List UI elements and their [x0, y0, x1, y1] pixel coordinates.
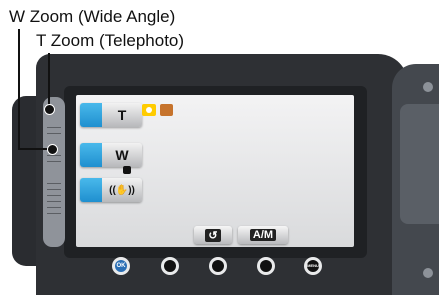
return-icon: ↺: [205, 228, 221, 242]
operation-button-3[interactable]: [257, 257, 275, 275]
image-stabilizer-button[interactable]: ((✋)): [80, 178, 142, 202]
ok-button[interactable]: OK: [112, 257, 130, 275]
operation-button-1[interactable]: [161, 257, 179, 275]
hinge-screw-icon: [423, 82, 433, 92]
operation-button-2[interactable]: [209, 257, 227, 275]
auto-manual-button[interactable]: A/M: [238, 226, 288, 244]
t-zoom-pointer: [44, 104, 55, 115]
menu-label: MENU: [307, 260, 319, 272]
w-zoom-leader-line: [18, 29, 20, 149]
zoom-slider[interactable]: [43, 97, 65, 247]
hinge-panel: [400, 104, 439, 224]
hand-shake-icon: [123, 166, 131, 174]
ok-label: OK: [115, 260, 127, 272]
camera-mode-icon: [142, 104, 156, 116]
wide-zoom-label: W: [102, 143, 142, 167]
tele-zoom-label: T: [102, 103, 142, 127]
memory-card-icon: [160, 104, 173, 116]
menu-button[interactable]: MENU: [304, 257, 322, 275]
t-zoom-leader-line: [48, 53, 50, 108]
t-zoom-callout: T Zoom (Telephoto): [36, 31, 185, 50]
hinge-screw-icon: [423, 268, 433, 278]
return-button[interactable]: ↺: [194, 226, 232, 244]
w-zoom-pointer: [47, 144, 58, 155]
tele-zoom-button[interactable]: T: [80, 103, 142, 127]
w-zoom-callout: W Zoom (Wide Angle): [9, 7, 176, 26]
auto-manual-label: A/M: [249, 229, 277, 241]
image-stabilizer-label: ((✋)): [102, 178, 142, 202]
wide-zoom-button[interactable]: W: [80, 143, 142, 167]
